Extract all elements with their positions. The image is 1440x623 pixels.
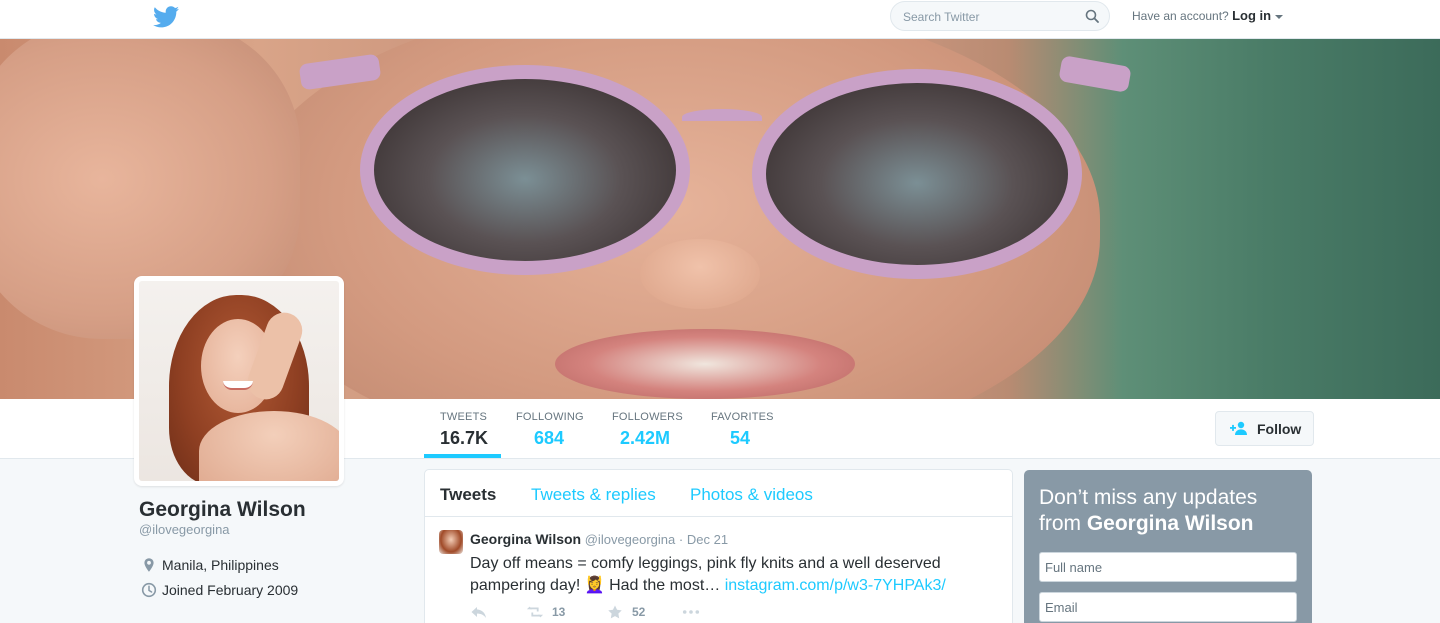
profile-name[interactable]: Georgina Wilson: [139, 498, 306, 522]
email-field[interactable]: [1039, 592, 1297, 622]
tweet-avatar[interactable]: [439, 530, 463, 554]
stat-value: 54: [730, 428, 751, 448]
follow-button[interactable]: Follow: [1215, 411, 1314, 446]
reply-action[interactable]: [470, 605, 526, 619]
clock-icon: [141, 582, 157, 598]
tab-tweets[interactable]: Tweets: [440, 485, 496, 505]
retweet-icon: [526, 606, 544, 618]
stat-favorites[interactable]: FAVORITES 54: [711, 411, 774, 449]
stat-label: FOLLOWERS: [612, 411, 683, 423]
search-input[interactable]: [903, 9, 1083, 25]
avatar[interactable]: [134, 276, 344, 486]
avatar-smile: [223, 381, 253, 390]
tweet-text: Day off means = comfy leggings, pink fly…: [470, 553, 990, 597]
add-user-icon: [1230, 421, 1247, 435]
profile-joined: Joined February 2009: [141, 582, 298, 598]
stat-label: FOLLOWING: [516, 411, 584, 423]
signup-heading-name: Georgina Wilson: [1086, 512, 1254, 535]
profile-handle[interactable]: @ilovegeorgina: [139, 522, 230, 537]
full-name-field[interactable]: [1039, 552, 1297, 582]
chevron-down-icon[interactable]: [1275, 14, 1284, 19]
search-icon[interactable]: [1085, 9, 1099, 23]
stat-tweets[interactable]: TWEETS 16.7K: [440, 411, 488, 449]
star-icon: [608, 605, 622, 619]
timeline: Tweets Tweets & replies Photos & videos …: [424, 469, 1013, 623]
favorite-count: 52: [632, 605, 646, 619]
avatar-shoulder: [199, 411, 339, 481]
tweet-separator: ·: [678, 532, 684, 547]
tab-tweets-and-replies[interactable]: Tweets & replies: [531, 485, 656, 505]
stat-value: 2.42M: [620, 428, 671, 448]
more-action[interactable]: [682, 605, 700, 619]
stat-value: 16.7K: [440, 428, 489, 448]
login-link[interactable]: Log in: [1232, 8, 1271, 23]
retweet-count: 13: [552, 605, 566, 619]
reply-icon: [471, 607, 486, 618]
tweet-actions: 13 52: [470, 604, 700, 620]
tab-photos-and-videos[interactable]: Photos & videos: [690, 485, 813, 505]
stat-followers[interactable]: FOLLOWERS 2.42M: [612, 411, 683, 449]
banner-sunglasses-lens-left: [360, 65, 690, 275]
profile-location: Manila, Philippines: [141, 557, 279, 573]
joined-text: Joined February 2009: [162, 582, 299, 598]
stat-label: TWEETS: [440, 411, 488, 423]
top-nav-bar: Have an account? Log in: [0, 0, 1440, 39]
banner-mouth: [555, 329, 855, 399]
banner-glasses-bridge: [682, 109, 762, 125]
stat-following[interactable]: FOLLOWING 684: [516, 411, 584, 449]
timeline-tabs: Tweets Tweets & replies Photos & videos: [425, 470, 1012, 517]
stat-label: FAVORITES: [711, 411, 774, 423]
signup-heading: Don’t miss any updates from Georgina Wil…: [1039, 485, 1299, 537]
tweet-header: Georgina Wilson @ilovegeorgina · Dec 21: [470, 531, 728, 547]
banner-sunglasses-lens-right: [752, 69, 1082, 279]
tweet-date[interactable]: Dec 21: [687, 532, 728, 547]
follow-button-label: Follow: [1257, 421, 1302, 437]
more-options-icon: [682, 610, 700, 614]
tweet-link[interactable]: instagram.com/p/w3-7YHPAk3/: [725, 577, 946, 594]
location-pin-icon: [144, 558, 154, 572]
tweet-author-name[interactable]: Georgina Wilson: [470, 531, 581, 547]
favorite-action[interactable]: 52: [606, 605, 682, 619]
active-stat-indicator: [424, 454, 501, 458]
tweet[interactable]: Georgina Wilson @ilovegeorgina · Dec 21 …: [425, 518, 1012, 623]
banner-nose: [640, 239, 760, 309]
account-prompt: Have an account? Log in: [1132, 8, 1284, 23]
banner-glasses-arm-right: [1058, 55, 1132, 93]
tweet-author-handle[interactable]: @ilovegeorgina: [585, 532, 676, 547]
search-box[interactable]: [890, 1, 1110, 31]
signup-module: Don’t miss any updates from Georgina Wil…: [1024, 470, 1312, 623]
account-prompt-text: Have an account?: [1132, 9, 1229, 23]
retweet-action[interactable]: 13: [526, 605, 606, 619]
twitter-bird-icon[interactable]: [153, 6, 179, 28]
location-text: Manila, Philippines: [162, 557, 279, 573]
stat-value: 684: [534, 428, 565, 448]
